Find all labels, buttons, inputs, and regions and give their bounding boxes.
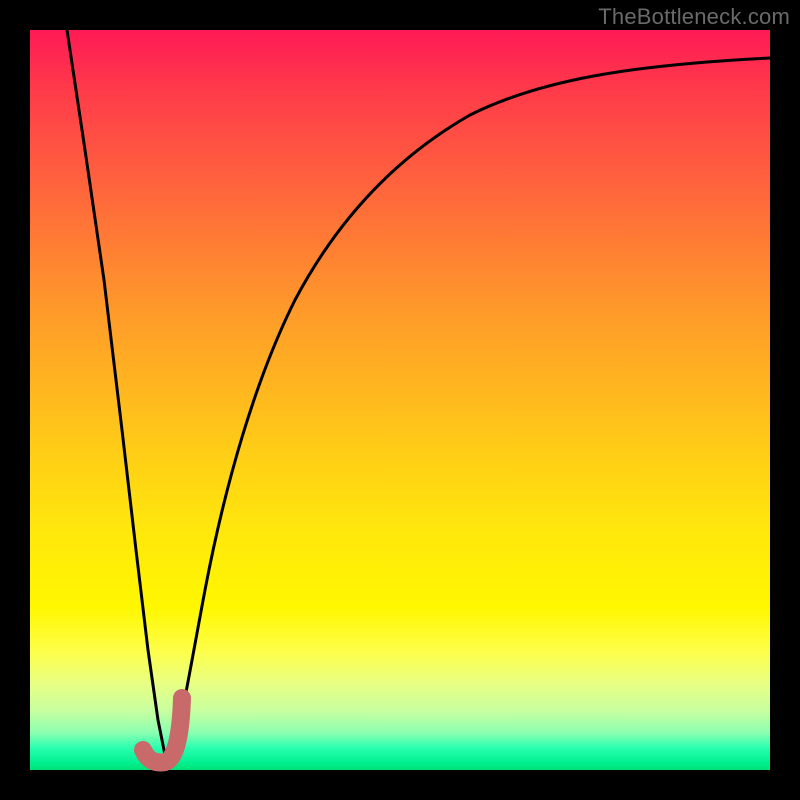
watermark-text: TheBottleneck.com (598, 4, 790, 30)
chart-svg (30, 30, 770, 770)
curve-left-limb (67, 30, 170, 765)
chart-plot-area (30, 30, 770, 770)
outer-frame: TheBottleneck.com (0, 0, 800, 800)
curve-right-limb (170, 58, 770, 765)
sweet-spot-marker (143, 698, 182, 763)
